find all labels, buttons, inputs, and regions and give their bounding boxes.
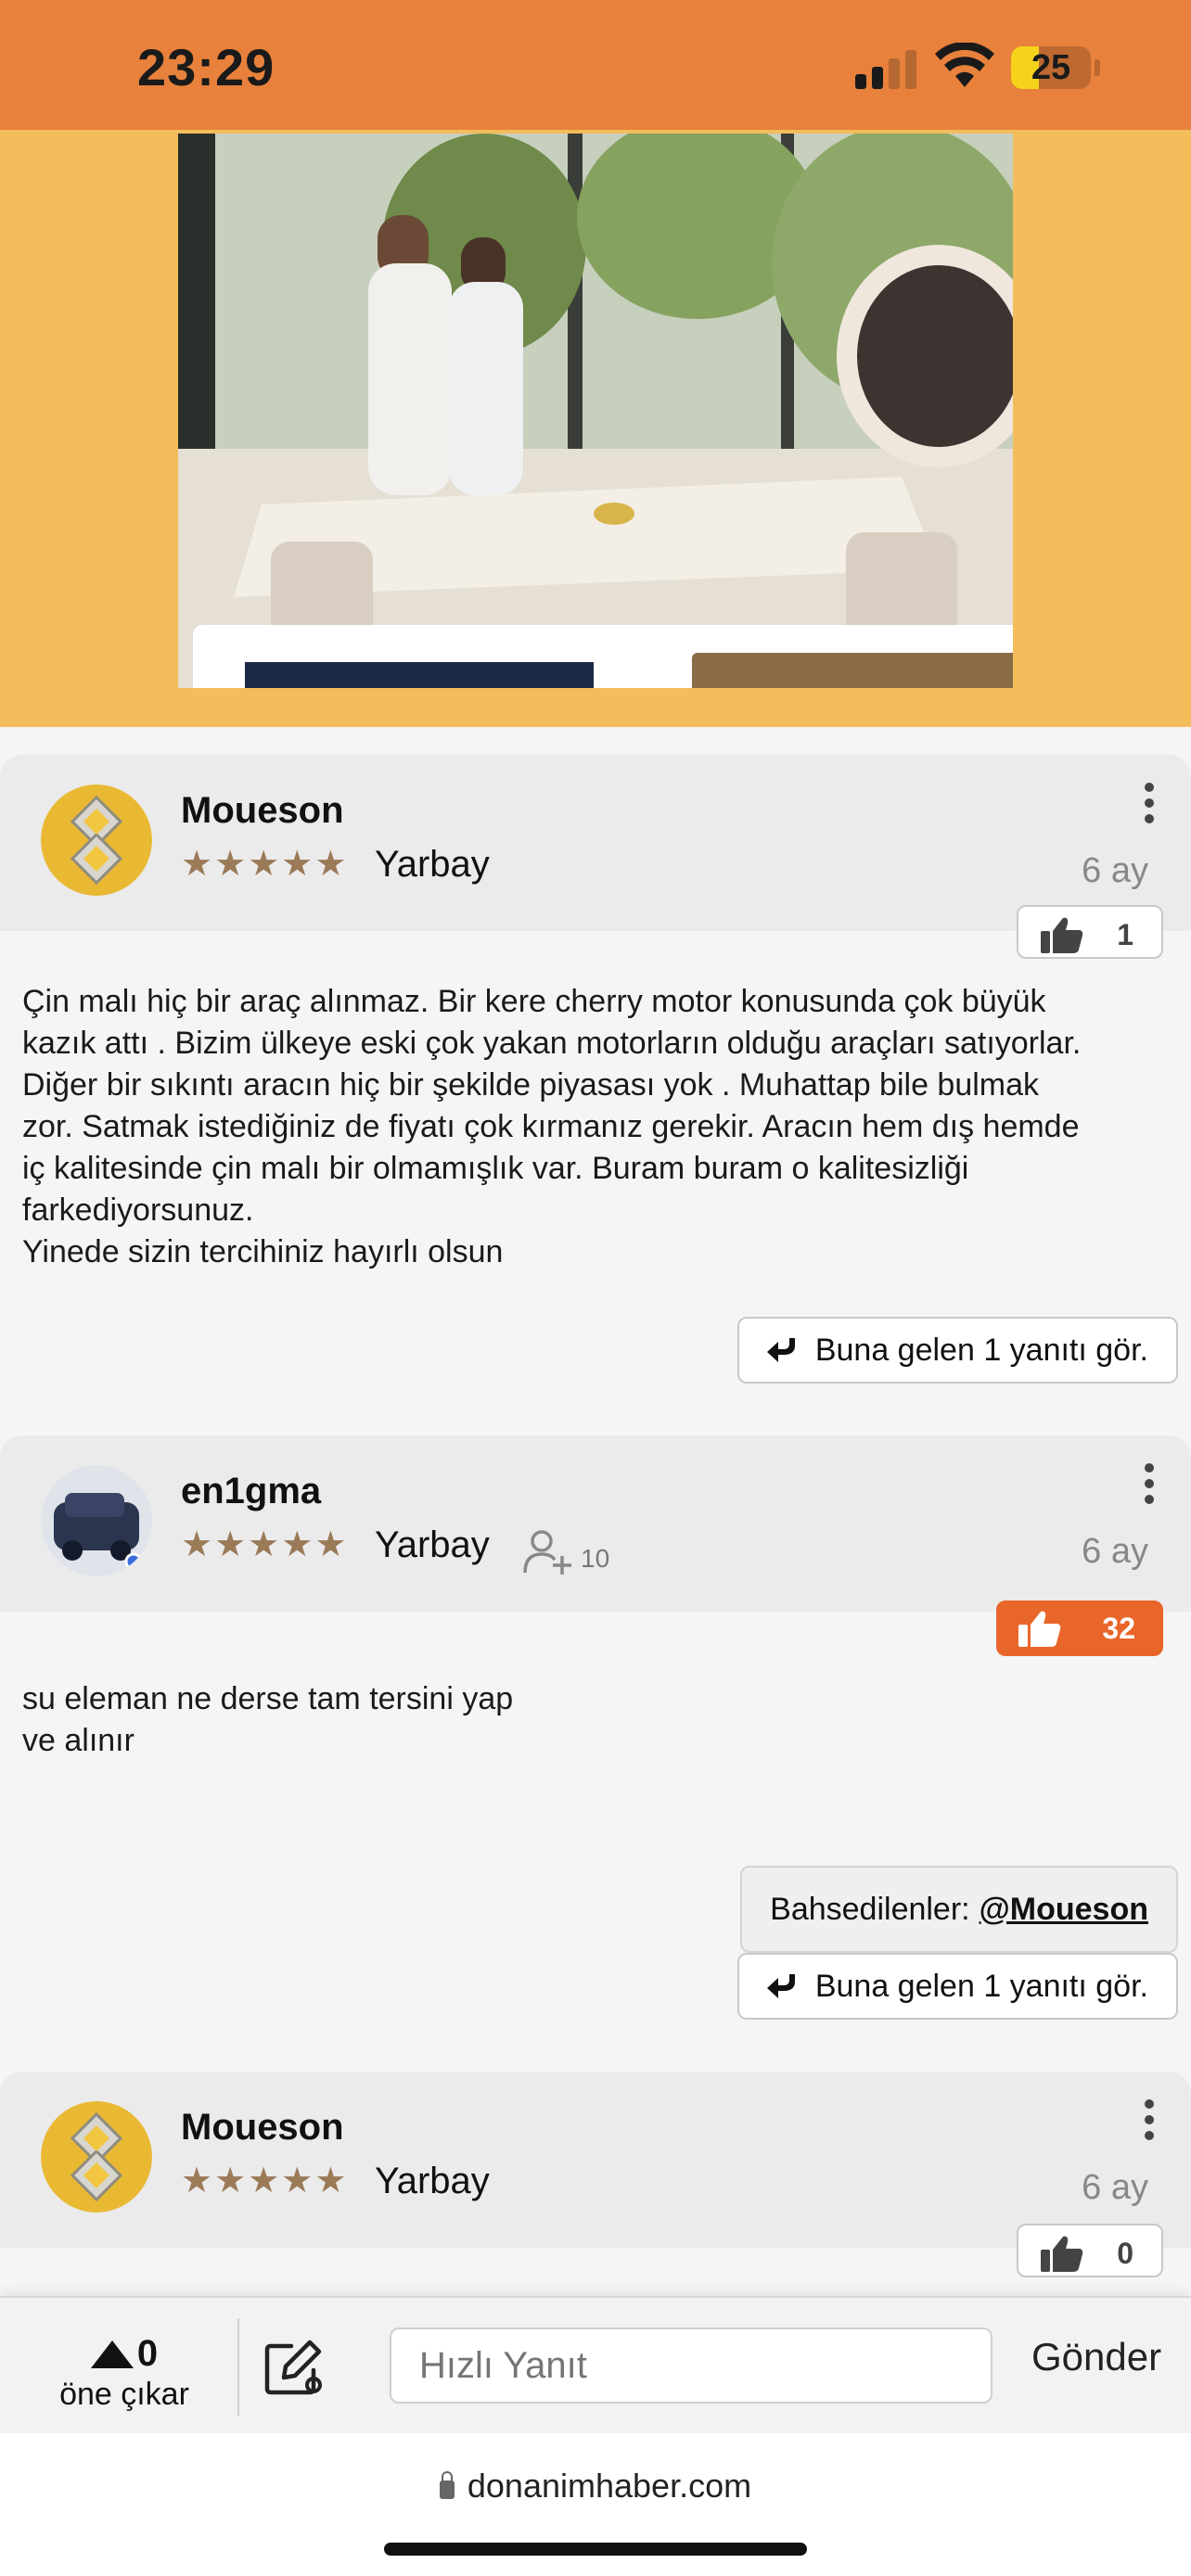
more-options-icon[interactable] (1137, 2099, 1161, 2148)
rank-stars: ★ ★ ★ ★ ★ (181, 1526, 346, 1563)
battery-icon: 25 (1011, 46, 1091, 89)
star-icon: ★ (181, 845, 213, 884)
comment-date: 6 ay (1082, 2168, 1148, 2207)
comment-text: Çin malı hiç bir araç alınmaz. Bir kere … (22, 984, 1082, 1269)
url-domain[interactable]: donanimhaber.com (467, 2467, 751, 2505)
comment-date: 6 ay (1082, 851, 1148, 890)
username[interactable]: en1gma (181, 1471, 321, 1512)
thumbs-up-icon (1041, 2236, 1083, 2272)
mention-link[interactable]: @Moueson (980, 1892, 1148, 1928)
star-icon: ★ (314, 1525, 347, 1564)
user-rank: Yarbay (375, 844, 490, 885)
comment-date: 6 ay (1082, 1532, 1148, 1571)
divider (237, 2318, 239, 2417)
add-follower-icon (523, 1530, 571, 1575)
like-count: 0 (1117, 2237, 1133, 2270)
star-icon: ★ (181, 1525, 213, 1564)
thumbs-up-icon (1041, 917, 1083, 953)
avatar[interactable] (41, 784, 152, 896)
star-icon: ★ (214, 845, 247, 884)
like-button[interactable]: 1 (1017, 905, 1163, 959)
view-replies-button[interactable]: Buna gelen 1 yanıtı gör. (736, 1953, 1178, 2020)
upvote-arrow-icon (90, 2340, 134, 2368)
star-icon: ★ (314, 845, 347, 884)
comment-header: Moueson ★ ★ ★ ★ ★ Yarbay 6 ay (0, 755, 1191, 931)
reply-arrow-icon (766, 1338, 795, 1362)
status-time: 23:29 (137, 38, 275, 96)
like-count: 32 (1102, 1612, 1135, 1645)
thumbs-up-icon (1018, 1611, 1061, 1647)
upvote-button[interactable]: 0 öne çıkar (41, 2333, 208, 2413)
star-icon: ★ (281, 2162, 314, 2200)
battery-percent: 25 (1031, 48, 1071, 87)
star-icon: ★ (314, 2162, 347, 2200)
more-options-icon[interactable] (1137, 783, 1161, 831)
username[interactable]: Moueson (181, 2107, 344, 2149)
star-icon: ★ (281, 845, 314, 884)
advertisement-banner[interactable] (0, 130, 1191, 727)
wifi-icon (935, 43, 994, 87)
like-count: 1 (1117, 918, 1133, 951)
rank-stars: ★ ★ ★ ★ ★ (181, 2162, 346, 2200)
rank-stars: ★ ★ ★ ★ ★ (181, 846, 346, 883)
reply-arrow-icon (766, 1974, 795, 1998)
like-button[interactable]: 0 (1017, 2224, 1163, 2277)
status-bar: 23:29 25 (0, 0, 1191, 130)
upvote-count: 0 (136, 2333, 159, 2374)
star-icon: ★ (214, 1525, 247, 1564)
comment-header: en1gma ★ ★ ★ ★ ★ Yarbay 10 6 ay (0, 1435, 1191, 1612)
star-icon: ★ (248, 1525, 280, 1564)
star-icon: ★ (281, 1525, 314, 1564)
lock-icon (439, 2471, 455, 2499)
username[interactable]: Moueson (181, 790, 344, 832)
comment-card: en1gma ★ ★ ★ ★ ★ Yarbay 10 6 ay 32 su eleman… (0, 1435, 1191, 2020)
view-replies-button[interactable]: Buna gelen 1 yanıtı gör. (736, 1317, 1178, 1384)
user-rank: Yarbay (375, 1524, 490, 1565)
more-options-icon[interactable] (1137, 1463, 1161, 1511)
comment-card: Moueson ★ ★ ★ ★ ★ Yarbay 6 ay 1 Çin malı hiç… (0, 755, 1191, 1384)
compose-icon[interactable] (263, 2339, 325, 2396)
star-icon: ★ (181, 2162, 213, 2200)
quick-reply-bar: 0 öne çıkar Gönder (0, 2296, 1191, 2433)
browser-url-bar[interactable]: donanimhaber.com (0, 2433, 1191, 2576)
user-rank: Yarbay (375, 2161, 490, 2201)
home-indicator[interactable] (384, 2543, 807, 2556)
mentions-box: Bahsedilenler: @Moueson (740, 1866, 1178, 1953)
comment-text: su eleman ne derse tam tersini yap ve al… (22, 1681, 514, 1758)
follower-count[interactable]: 10 (523, 1528, 609, 1576)
upvote-label: öne çıkar (59, 2377, 189, 2412)
cellular-signal-icon (855, 48, 920, 89)
comment-header: Moueson ★ ★ ★ ★ ★ Yarbay 6 ay (0, 2072, 1191, 2248)
avatar[interactable] (41, 1465, 152, 1576)
like-button[interactable]: 32 (996, 1600, 1163, 1656)
star-icon: ★ (248, 2162, 280, 2200)
ad-image[interactable] (178, 134, 1013, 688)
star-icon: ★ (248, 845, 280, 884)
send-button[interactable]: Gönder (1031, 2335, 1161, 2379)
star-icon: ★ (214, 2162, 247, 2200)
comment-card: Moueson ★ ★ ★ ★ ★ Yarbay 6 ay 0 (0, 2072, 1191, 2296)
avatar[interactable] (41, 2101, 152, 2213)
quick-reply-input[interactable] (390, 2327, 992, 2404)
